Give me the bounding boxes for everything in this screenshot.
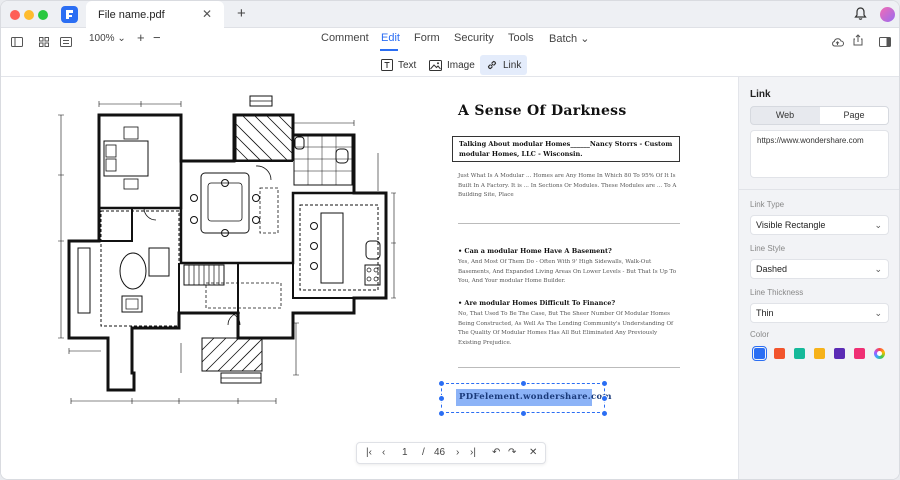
line-style-value: Dashed (756, 264, 788, 274)
tab-security[interactable]: Security (454, 32, 494, 44)
chevron-down-icon: ⌄ (580, 33, 590, 45)
line-thickness-value: Thin (756, 308, 774, 318)
maximize-window-button[interactable] (38, 10, 48, 20)
chevron-down-icon: ⌄ (874, 220, 882, 230)
zoom-level-select[interactable]: 100% ⌄ (89, 33, 126, 44)
zoom-in-button[interactable]: + (137, 30, 145, 45)
link-text[interactable]: PDFelement.wondershare.com (459, 392, 612, 402)
line-thickness-select[interactable]: Thin ⌄ (750, 303, 889, 323)
minimize-window-button[interactable] (24, 10, 34, 20)
chevron-down-icon: ⌄ (874, 264, 882, 274)
tab-edit[interactable]: Edit (381, 32, 400, 44)
current-page-input[interactable]: 1 (402, 447, 408, 458)
title-bar: File name.pdf ✕ + (1, 1, 899, 28)
undo-icon[interactable]: ↶ (492, 447, 500, 458)
link-tool-label: Link (503, 59, 522, 71)
color-swatch-yellow[interactable] (814, 348, 825, 359)
line-style-label: Line Style (750, 244, 786, 253)
text-tool-label: Text (398, 59, 417, 71)
image-icon (429, 59, 442, 71)
previous-page-icon[interactable]: ‹ (382, 447, 385, 458)
tab-form[interactable]: Form (414, 32, 440, 44)
close-tab-icon[interactable]: ✕ (202, 7, 212, 21)
sidebar-toggle-icon[interactable] (11, 34, 23, 52)
answer-finance[interactable]: No, That Used To Be The Case, But The Sh… (458, 310, 680, 348)
grid-view-icon[interactable] (39, 34, 49, 52)
resize-handle[interactable] (438, 395, 445, 402)
right-panel-toggle-icon[interactable] (879, 34, 891, 52)
zoom-out-button[interactable]: − (153, 30, 161, 45)
tab-batch-label: Batch (549, 33, 578, 45)
color-swatch-pink[interactable] (854, 348, 865, 359)
tab-tools[interactable]: Tools (508, 32, 534, 44)
resize-handle[interactable] (438, 410, 445, 417)
boxed-heading[interactable]: Talking About modular Homes______Nancy S… (452, 136, 680, 162)
chevron-down-icon: ⌄ (117, 33, 126, 44)
tab-batch[interactable]: Batch ⌄ (549, 32, 589, 45)
close-nav-icon[interactable]: ✕ (529, 447, 537, 458)
page-navigation-bar: |‹ ‹ 1 / 46 › ›| ↶ ↷ ✕ (356, 442, 546, 464)
image-tool-button[interactable]: Image (429, 55, 475, 75)
app-window: File name.pdf ✕ + 100% ⌄ + − Comment Edi… (0, 0, 900, 480)
page-option[interactable]: Page (820, 107, 888, 124)
resize-handle[interactable] (601, 380, 608, 387)
link-tool-button[interactable]: Link (480, 55, 527, 75)
url-input[interactable]: https://www.wondershare.com (750, 130, 889, 178)
answer-basement[interactable]: Yes, And Most Of Them Do - Often With 9'… (458, 258, 680, 287)
tab-comment[interactable]: Comment (321, 32, 369, 44)
panel-divider (739, 189, 899, 190)
redo-icon[interactable]: ↷ (508, 447, 516, 458)
total-pages: 46 (434, 447, 446, 458)
document-tab[interactable]: File name.pdf ✕ (86, 1, 224, 28)
color-swatch-purple[interactable] (834, 348, 845, 359)
close-window-button[interactable] (10, 10, 20, 20)
link-type-select[interactable]: Visible Rectangle ⌄ (750, 215, 889, 235)
panel-title: Link (750, 89, 771, 100)
image-tool-label: Image (447, 59, 475, 71)
color-swatch-orange[interactable] (774, 348, 785, 359)
link-target-toggle: Web Page (750, 106, 889, 125)
zoom-level-value: 100% (89, 33, 115, 44)
page-layout-icon[interactable] (60, 34, 72, 52)
line-thickness-label: Line Thickness (750, 288, 804, 297)
color-label: Color (750, 330, 770, 339)
document-tab-label: File name.pdf (98, 9, 165, 21)
user-avatar[interactable] (880, 7, 895, 22)
share-icon[interactable] (853, 33, 863, 51)
text-tool-button[interactable]: Text (381, 55, 416, 75)
last-page-icon[interactable]: ›| (470, 447, 476, 458)
line-style-select[interactable]: Dashed ⌄ (750, 259, 889, 279)
document-title[interactable]: A Sense Of Darkness (458, 103, 627, 119)
main-toolbar: 100% ⌄ + − Comment Edit Form Security To… (1, 28, 899, 77)
chevron-down-icon: ⌄ (874, 308, 882, 318)
page-separator: / (422, 447, 425, 458)
cloud-upload-icon[interactable] (831, 34, 844, 52)
link-properties-panel: Link Web Page https://www.wondershare.co… (738, 77, 899, 479)
first-page-icon[interactable]: |‹ (366, 447, 372, 458)
color-swatch-teal[interactable] (794, 348, 805, 359)
link-type-value: Visible Rectangle (756, 220, 826, 230)
color-picker-icon[interactable] (874, 348, 885, 359)
app-logo-icon (61, 6, 78, 23)
divider (458, 367, 680, 368)
new-tab-button[interactable]: + (237, 5, 246, 22)
question-basement[interactable]: • Can a modular Home Have A Basement? (458, 247, 612, 255)
resize-handle[interactable] (601, 395, 608, 402)
link-type-label: Link Type (750, 200, 785, 209)
text-icon (381, 59, 393, 71)
active-tab-indicator (380, 49, 398, 51)
floor-plan-image (58, 95, 396, 404)
next-page-icon[interactable]: › (456, 447, 459, 458)
color-swatch-blue[interactable] (752, 346, 767, 361)
resize-handle[interactable] (520, 410, 527, 417)
web-option[interactable]: Web (751, 107, 819, 124)
link-icon (487, 60, 497, 70)
resize-handle[interactable] (601, 410, 608, 417)
divider (458, 223, 680, 224)
intro-paragraph[interactable]: Just What Is A Modular ... Homes are Any… (458, 172, 680, 201)
question-finance[interactable]: • Are modular Homes Difficult To Finance… (458, 299, 615, 307)
bell-icon[interactable] (854, 7, 867, 26)
resize-handle[interactable] (438, 380, 445, 387)
resize-handle[interactable] (520, 380, 527, 387)
